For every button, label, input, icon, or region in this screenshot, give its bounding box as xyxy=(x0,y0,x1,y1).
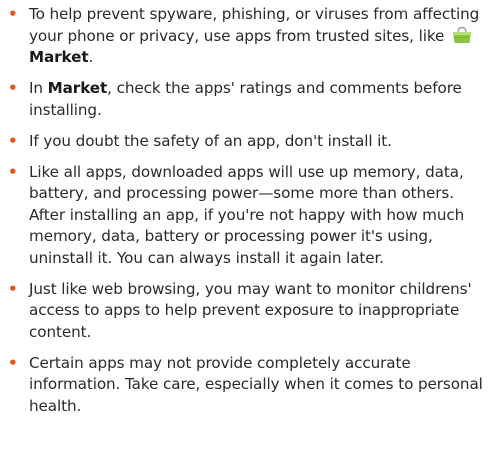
item-text: Like all apps, downloaded apps will use … xyxy=(29,162,465,267)
list-item: • Just like web browsing, you may want t… xyxy=(6,279,494,344)
item-text: Certain apps may not provide completely … xyxy=(29,353,483,415)
bullet-icon: • xyxy=(8,79,18,97)
list-item: • Certain apps may not provide completel… xyxy=(6,353,494,418)
bullet-icon: • xyxy=(8,353,18,372)
item-text-end: . xyxy=(88,48,94,66)
document-page: • To help prevent spyware, phishing, or … xyxy=(0,0,502,473)
bullet-icon: • xyxy=(8,131,18,150)
list-item: • Like all apps, downloaded apps will us… xyxy=(6,162,494,270)
item-text: To help prevent spyware, phishing, or vi… xyxy=(29,5,480,45)
bullet-icon: • xyxy=(8,162,18,181)
list-item: • To help prevent spyware, phishing, or … xyxy=(6,4,494,69)
bullet-icon: • xyxy=(8,279,18,298)
market-label: Market xyxy=(29,48,89,66)
item-text: If you doubt the safety of an app, don't… xyxy=(29,131,392,150)
market-bag-icon xyxy=(452,26,471,43)
tips-list: • To help prevent spyware, phishing, or … xyxy=(6,4,494,417)
item-text: Just like web browsing, you may want to … xyxy=(29,279,472,341)
market-label: Market xyxy=(47,79,108,97)
item-text-prefix: In xyxy=(29,79,48,97)
bullet-icon: • xyxy=(8,5,18,23)
list-item: • If you doubt the safety of an app, don… xyxy=(6,131,494,153)
list-item: • In Market, check the apps' ratings and… xyxy=(6,78,494,121)
